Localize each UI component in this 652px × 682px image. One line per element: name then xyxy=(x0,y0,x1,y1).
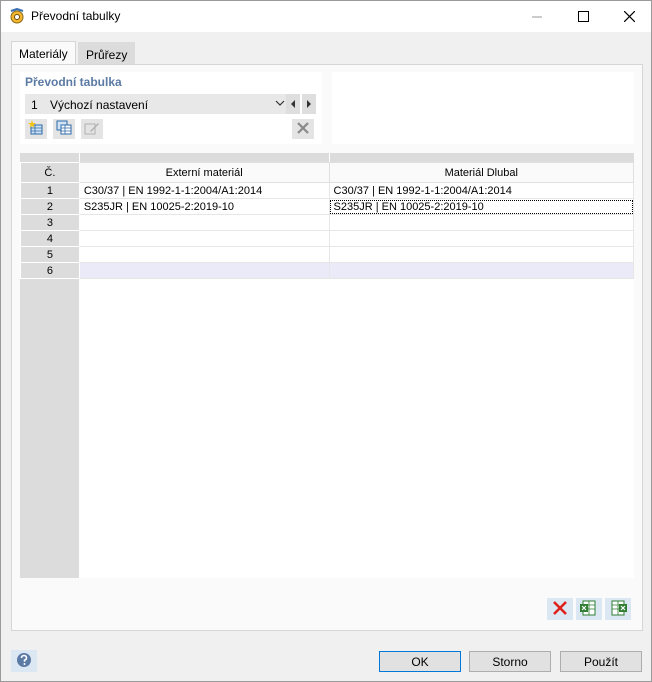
row-number[interactable]: 4 xyxy=(20,230,80,247)
external-material-cell[interactable] xyxy=(78,262,330,279)
materials-grid: Č. Externí materiál Materiál Dlubal 1 C3… xyxy=(20,153,635,578)
next-table-button[interactable] xyxy=(302,94,316,114)
title-bar: Převodní tabulky xyxy=(1,1,651,32)
edit-icon xyxy=(84,120,100,139)
column-header-dlubal-material[interactable]: Materiál Dlubal xyxy=(328,162,635,183)
new-table-button[interactable] xyxy=(25,119,47,139)
materials-table: Č. Externí materiál Materiál Dlubal 1 C3… xyxy=(20,162,635,279)
import-excel-button[interactable] xyxy=(576,598,602,620)
dlubal-material-cell[interactable]: C30/37 | EN 1992-1-1:2004/A1:2014 xyxy=(328,182,635,199)
export-excel-button[interactable] xyxy=(605,598,631,620)
ok-button[interactable]: OK xyxy=(379,651,461,672)
external-material-cell[interactable]: C30/37 | EN 1992-1-1:2004/A1:2014 xyxy=(78,182,330,199)
delete-table-button[interactable] xyxy=(292,119,314,139)
row-number[interactable]: 5 xyxy=(20,246,80,263)
row-number[interactable]: 1 xyxy=(20,182,80,199)
dlubal-material-cell[interactable] xyxy=(328,230,635,247)
app-icon xyxy=(9,7,25,24)
table-row[interactable]: 3 xyxy=(20,214,635,231)
dlubal-material-cell[interactable]: S235JR | EN 10025-2:2019-10 xyxy=(328,198,635,215)
table-row[interactable]: 4 xyxy=(20,230,635,247)
table-number: 1 xyxy=(31,98,38,112)
excel-export-icon xyxy=(609,600,627,619)
external-material-cell[interactable] xyxy=(78,214,330,231)
edit-table-button[interactable] xyxy=(81,119,103,139)
row-number[interactable]: 6 xyxy=(20,262,80,279)
minimize-button[interactable] xyxy=(514,1,560,32)
apply-button[interactable]: Použít xyxy=(560,651,642,672)
dlubal-material-cell[interactable] xyxy=(328,246,635,263)
tab-sections[interactable]: Průřezy xyxy=(78,42,136,64)
external-material-cell[interactable] xyxy=(78,246,330,263)
row-number[interactable]: 3 xyxy=(20,214,80,231)
dlubal-material-cell[interactable] xyxy=(328,214,635,231)
external-material-cell[interactable]: S235JR | EN 10025-2:2019-10 xyxy=(78,198,330,215)
tab-materials[interactable]: Materiály xyxy=(11,41,76,66)
excel-import-icon xyxy=(580,600,598,619)
chevron-down-icon xyxy=(274,97,286,112)
dlubal-material-cell[interactable] xyxy=(328,262,635,279)
table-row[interactable]: 2 S235JR | EN 10025-2:2019-10 S235JR | E… xyxy=(20,198,635,215)
window-title: Převodní tabulky xyxy=(31,9,121,23)
previous-table-button[interactable] xyxy=(286,94,300,114)
copy-table-button[interactable] xyxy=(53,119,75,139)
table-name: Výchozí nastavení xyxy=(50,98,149,112)
grid-group-header xyxy=(20,153,634,162)
maximize-button[interactable] xyxy=(560,1,606,32)
row-number[interactable]: 2 xyxy=(20,198,80,215)
close-icon xyxy=(297,121,309,137)
dialog-window: Převodní tabulky Materiály Průřezy Převo… xyxy=(0,0,652,682)
close-button[interactable] xyxy=(606,1,652,32)
cancel-button[interactable]: Storno xyxy=(469,651,551,672)
preview-panel xyxy=(332,72,634,144)
delete-icon xyxy=(553,600,567,618)
column-header-external-material[interactable]: Externí materiál xyxy=(78,162,330,183)
copy-icon xyxy=(56,120,72,139)
conversion-table-panel: Převodní tabulka 1 Výchozí nastavení xyxy=(20,72,322,144)
conversion-table-heading: Převodní tabulka xyxy=(25,75,122,89)
table-row[interactable]: 5 xyxy=(20,246,635,263)
table-row[interactable]: 1 C30/37 | EN 1992-1-1:2004/A1:2014 C30/… xyxy=(20,182,635,199)
table-row[interactable]: 6 xyxy=(20,262,635,279)
help-icon xyxy=(16,652,32,671)
external-material-cell[interactable] xyxy=(78,230,330,247)
column-header-number: Č. xyxy=(20,162,80,183)
table-header-row: Č. Externí materiál Materiál Dlubal xyxy=(20,162,635,183)
conversion-table-select[interactable]: 1 Výchozí nastavení xyxy=(25,94,288,114)
help-button[interactable] xyxy=(11,650,37,672)
delete-row-button[interactable] xyxy=(547,598,573,620)
new-table-icon xyxy=(28,119,44,139)
